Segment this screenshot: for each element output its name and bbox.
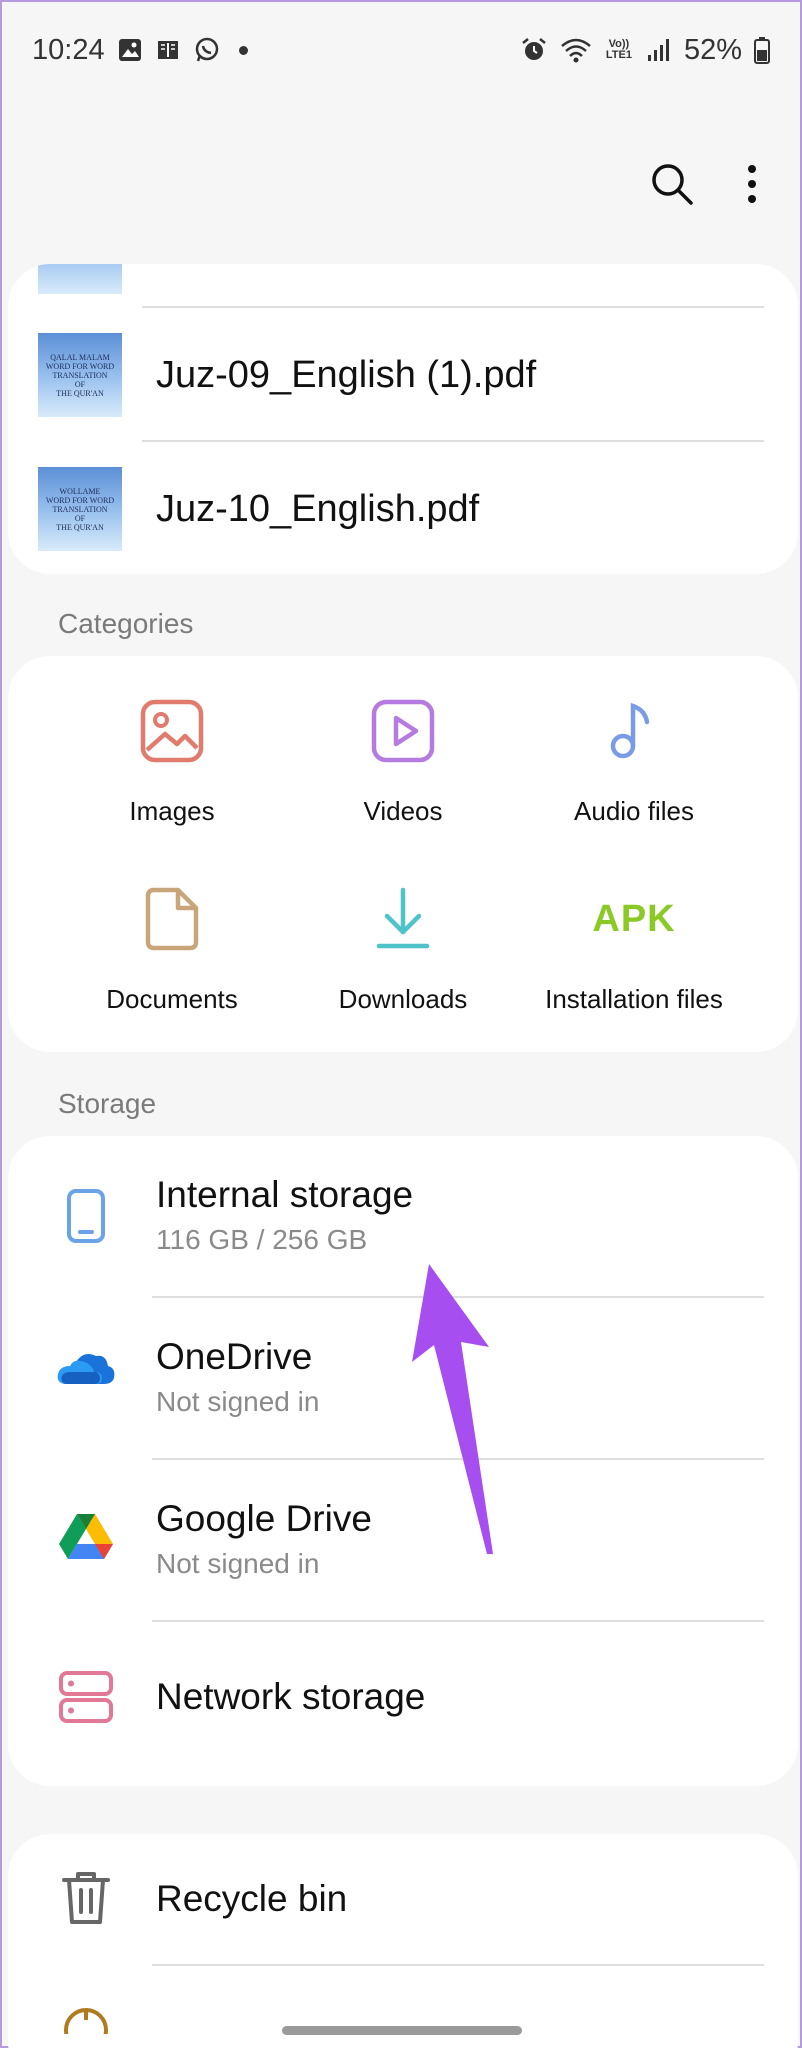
category-installation-files[interactable]: APK Installation files [514, 884, 754, 1015]
storage-subtitle: Not signed in [156, 1548, 320, 1579]
storage-subtitle: 116 GB / 256 GB [156, 1224, 368, 1255]
storage-item-internal[interactable]: Internal storage 116 GB / 256 GB [8, 1136, 798, 1296]
onedrive-icon [56, 1348, 116, 1388]
storage-title: Internal storage [156, 1174, 414, 1215]
videos-icon [283, 696, 523, 766]
phone-icon [56, 1188, 116, 1244]
battery-percent: 52% [683, 33, 742, 66]
category-images[interactable]: Images [52, 696, 292, 827]
storage-label: Storage [58, 1088, 157, 1119]
signal-icon [646, 37, 672, 63]
category-label: Downloads [338, 984, 468, 1014]
status-bar: 10:24 Vo)) LTE1 52% [2, 2, 800, 98]
categories-label: Categories [58, 608, 194, 639]
toolbar-actions [650, 162, 758, 211]
document-icon [52, 884, 292, 954]
category-label: Documents [106, 984, 238, 1014]
images-icon [52, 696, 292, 766]
audio-icon [514, 696, 754, 766]
google-drive-icon [56, 1512, 116, 1560]
status-bar-right: Vo)) LTE1 52% [520, 34, 770, 67]
network-storage-icon [56, 1670, 116, 1724]
divider [152, 1964, 764, 1966]
apk-icon: APK [514, 884, 754, 954]
trash-icon [56, 1870, 116, 1926]
recent-file-item[interactable]: WOLLAME WORD FOR WORD TRANSLATION OF THE… [8, 442, 798, 574]
category-audio-files[interactable]: Audio files [514, 696, 754, 827]
alarm-icon [520, 36, 548, 64]
recent-files-card: QALAL MALAM WORD FOR WORD TRANSLATION OF… [8, 264, 798, 574]
storage-title: Recycle bin [156, 1878, 348, 1919]
recent-file-name: Juz-09_English (1).pdf [156, 353, 537, 396]
category-videos[interactable]: Videos [283, 696, 523, 827]
status-time: 10:24 [32, 33, 105, 66]
category-label: Audio files [574, 796, 694, 826]
categories-card: Images Videos Audio files Documents Down… [8, 656, 798, 1052]
gallery-icon [117, 37, 143, 63]
storage-title: OneDrive [156, 1336, 313, 1377]
recent-file-name: Juz-10_English.pdf [156, 487, 480, 530]
recycle-bin-item[interactable]: Recycle bin [8, 1834, 798, 1964]
partial-icon [56, 2004, 116, 2034]
recent-file-thumbnail: WOLLAME WORD FOR WORD TRANSLATION OF THE… [38, 467, 122, 551]
storage-item-onedrive[interactable]: OneDrive Not signed in [8, 1298, 798, 1458]
storage-item-google-drive[interactable]: Google Drive Not signed in [8, 1460, 798, 1620]
search-icon[interactable] [650, 162, 694, 211]
battery-icon [754, 36, 770, 64]
category-downloads[interactable]: Downloads [283, 884, 523, 1015]
recent-file-thumbnail: QALAL MALAM WORD FOR WORD TRANSLATION OF… [38, 333, 122, 417]
book-icon [155, 37, 181, 63]
storage-item-network[interactable]: Network storage [8, 1622, 798, 1782]
home-indicator[interactable] [282, 2026, 522, 2035]
whatsapp-icon [193, 36, 221, 64]
storage-title: Network storage [156, 1676, 426, 1717]
category-documents[interactable]: Documents [52, 884, 292, 1015]
download-icon [283, 884, 523, 954]
recent-file-item[interactable]: QALAL MALAM WORD FOR WORD TRANSLATION OF… [8, 308, 798, 442]
recent-file-thumbnail [38, 264, 122, 294]
status-bar-left: 10:24 [32, 34, 248, 67]
category-label: Images [129, 796, 215, 826]
other-card: Recycle bin [8, 1834, 798, 2048]
apk-icon-text: APK [592, 897, 676, 940]
category-label: Installation files [545, 984, 723, 1014]
volte-icon: Vo)) LTE1 [605, 38, 632, 61]
more-options-icon[interactable] [746, 164, 758, 209]
storage-title: Google Drive [156, 1498, 372, 1539]
wifi-icon [560, 36, 592, 64]
storage-subtitle: Not signed in [156, 1386, 320, 1417]
dot-icon [238, 45, 248, 55]
category-label: Videos [363, 796, 443, 826]
storage-card: Internal storage 116 GB / 256 GB OneDriv… [8, 1136, 798, 1786]
